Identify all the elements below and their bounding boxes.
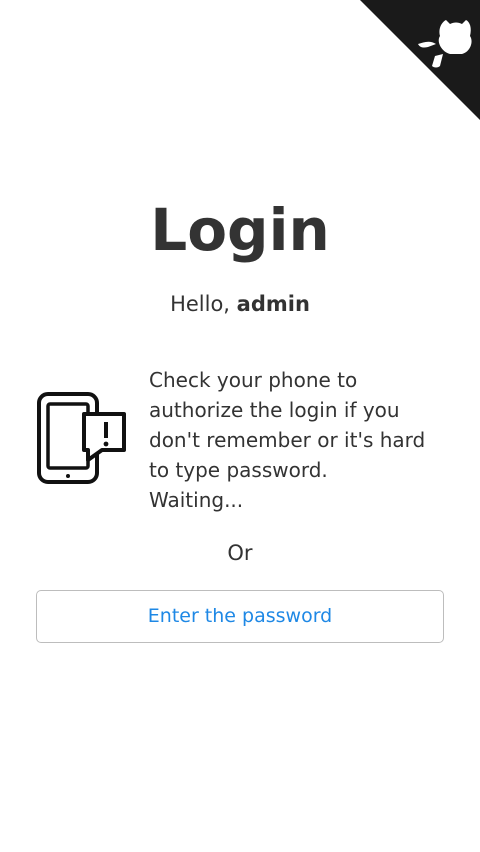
username: admin: [236, 292, 310, 316]
login-page: Login Hello, admin Check your phone to a…: [0, 0, 480, 852]
github-corner-link[interactable]: [360, 0, 480, 120]
authorization-message: Check your phone to authorize the login …: [149, 365, 449, 515]
or-divider: Or: [227, 541, 253, 565]
waiting-status: Waiting...: [149, 488, 244, 512]
greeting: Hello, admin: [0, 288, 480, 320]
message-line: to type password.: [149, 458, 328, 482]
message-line: authorize the login if you: [149, 398, 400, 422]
message-line: Check your phone to: [149, 368, 358, 392]
greeting-prefix: Hello,: [170, 292, 237, 316]
page-title: Login: [150, 196, 330, 264]
enter-password-button[interactable]: Enter the password: [36, 590, 444, 643]
phone-alert-icon: [37, 392, 126, 484]
message-line: don't remember or it's hard: [149, 428, 426, 452]
